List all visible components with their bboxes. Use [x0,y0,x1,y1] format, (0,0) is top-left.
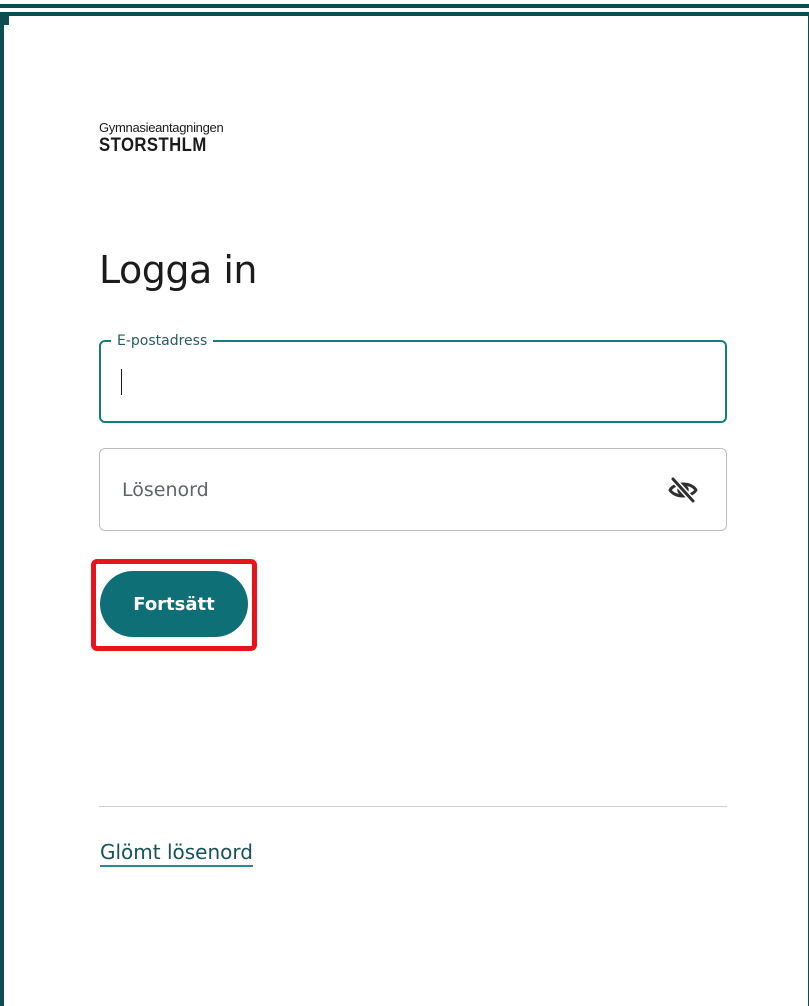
top-window-border [0,0,809,8]
email-label: E-postadress [111,332,214,350]
continue-button[interactable]: Fortsätt [100,571,248,637]
brand-name: STORSTHLM [99,135,207,156]
password-field[interactable] [99,448,727,531]
forgot-password-link[interactable]: Glömt lösenord [100,840,253,867]
divider [99,806,727,807]
brand-subtitle: Gymnasieantagningen [99,120,224,135]
password-input[interactable] [120,469,624,511]
brand-logo: Gymnasieantagningen STORSTHLM [99,120,224,156]
email-input[interactable] [119,362,683,404]
eye-off-icon[interactable] [668,476,698,504]
panel-corner [4,16,9,25]
page-title: Logga in [99,248,258,292]
email-field[interactable]: E-postadress [99,332,727,423]
